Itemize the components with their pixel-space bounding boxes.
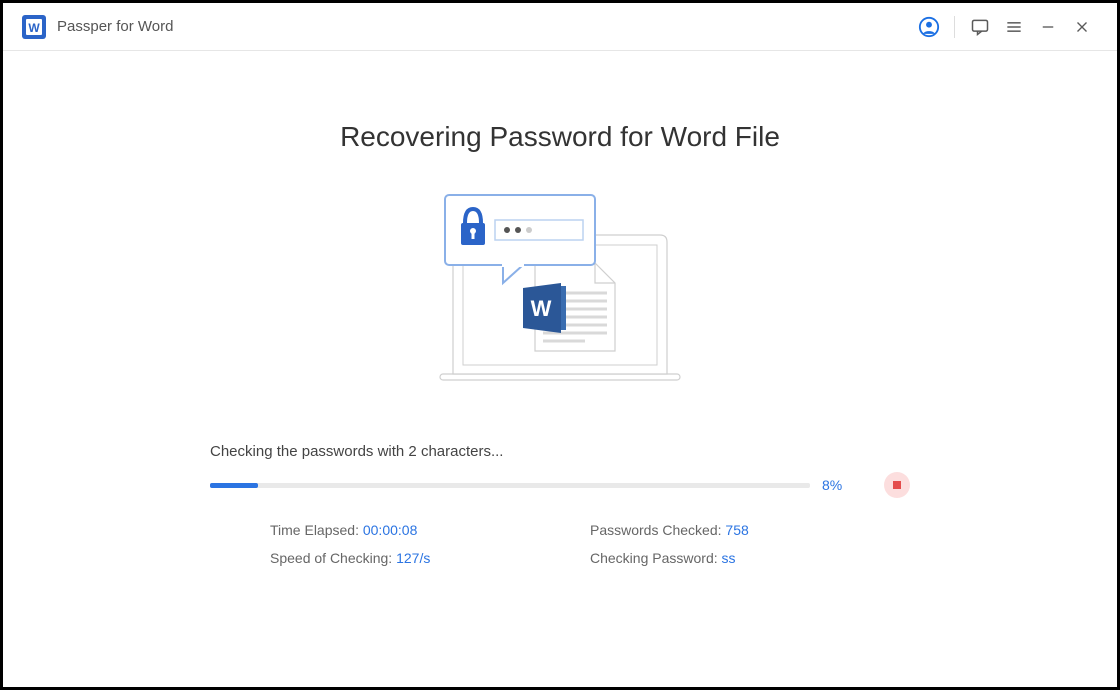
svg-text:W: W <box>28 21 40 35</box>
minimize-button[interactable] <box>1031 10 1065 44</box>
menu-icon[interactable] <box>997 10 1031 44</box>
stat-speed: Speed of Checking: 127/s <box>270 550 590 566</box>
app-logo-icon: W <box>21 14 47 40</box>
illustration: W <box>103 193 1017 393</box>
account-icon[interactable] <box>912 10 946 44</box>
title-bar: W Passper for Word <box>3 3 1117 51</box>
stat-label: Speed of Checking: <box>270 550 396 566</box>
feedback-icon[interactable] <box>963 10 997 44</box>
stat-value: 758 <box>725 522 748 538</box>
stat-time-elapsed: Time Elapsed: 00:00:08 <box>270 522 590 538</box>
stat-label: Time Elapsed: <box>270 522 363 538</box>
stat-value: 00:00:08 <box>363 522 418 538</box>
stat-value: 127/s <box>396 550 430 566</box>
svg-text:W: W <box>531 296 552 321</box>
stat-current: Checking Password: ss <box>590 550 910 566</box>
app-title: Passper for Word <box>57 18 173 35</box>
stats: Time Elapsed: 00:00:08 Speed of Checking… <box>210 522 910 578</box>
main-content: Recovering Password for Word File <box>3 51 1117 578</box>
progress-percent: 8% <box>822 477 854 493</box>
stop-button[interactable] <box>884 472 910 498</box>
stat-value: ss <box>722 550 736 566</box>
stat-label: Checking Password: <box>590 550 722 566</box>
status-text: Checking the passwords with 2 characters… <box>210 443 910 460</box>
progress-row: 8% <box>210 472 910 498</box>
progress-bar <box>210 483 810 488</box>
progress-fill <box>210 483 258 488</box>
stat-label: Passwords Checked: <box>590 522 725 538</box>
close-button[interactable] <box>1065 10 1099 44</box>
page-title: Recovering Password for Word File <box>103 121 1017 153</box>
divider <box>954 16 955 38</box>
stop-icon <box>893 481 901 489</box>
progress-section: Checking the passwords with 2 characters… <box>210 443 910 578</box>
stat-checked: Passwords Checked: 758 <box>590 522 910 538</box>
